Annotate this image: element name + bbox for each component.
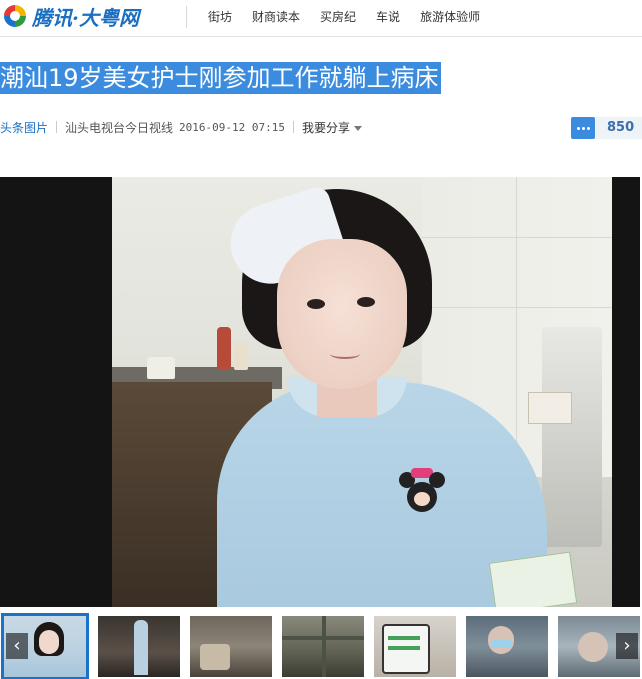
photo-tile-line — [422, 307, 612, 308]
photo-machine-tag — [528, 392, 572, 424]
prev-arrow-icon[interactable]: ‹ — [6, 633, 28, 659]
thumbnail-strip: ‹ › — [0, 613, 642, 679]
article-meta: 头条图片 汕头电视台今日视线 2016-09-12 07:15 我要分享 — [0, 118, 363, 136]
comment-button[interactable]: 850 — [571, 117, 642, 139]
photo-tile-line — [422, 237, 612, 238]
photo-face — [277, 239, 407, 389]
photo-bottle — [234, 342, 248, 370]
nav-item-caishang[interactable]: 财商读本 — [252, 8, 300, 25]
thumbnail-6[interactable] — [466, 616, 548, 677]
nav-item-maifang[interactable]: 买房纪 — [320, 8, 356, 25]
photo-eye — [307, 299, 325, 309]
nav-item-jiefang[interactable]: 街坊 — [208, 8, 232, 25]
photo-mouth — [330, 349, 360, 359]
top-navbar: 腾讯·大粤网 街坊 财商读本 买房纪 车说 旅游体验师 — [0, 0, 642, 37]
channel-nav: 街坊 财商读本 买房纪 车说 旅游体验师 — [208, 8, 500, 25]
site-logo[interactable]: 腾讯·大粤网 — [4, 2, 139, 30]
meta-divider — [293, 121, 294, 133]
nav-item-cheshuo[interactable]: 车说 — [376, 8, 400, 25]
photo-eye — [357, 297, 375, 307]
photo-frame-left — [0, 177, 112, 607]
thumbnail-2[interactable] — [98, 616, 180, 677]
share-label: 我要分享 — [302, 120, 351, 135]
comment-icon — [571, 117, 595, 139]
site-logo-text: 腾讯·大粤网 — [32, 5, 139, 30]
photo-frame-right — [612, 177, 640, 607]
category-link[interactable]: 头条图片 — [0, 119, 48, 136]
mickey-pin-icon — [399, 468, 445, 512]
thumbnail-4[interactable] — [282, 616, 364, 677]
tencent-logo-icon — [4, 5, 26, 27]
photo-cup — [147, 357, 175, 379]
thumbnail-5[interactable] — [374, 616, 456, 677]
article-title: 潮汕19岁美女护士刚参加工作就躺上病床 — [0, 62, 441, 94]
caret-down-icon — [354, 125, 363, 131]
main-photo[interactable] — [0, 177, 640, 607]
share-button[interactable]: 我要分享 — [302, 119, 363, 136]
next-arrow-icon[interactable]: › — [616, 633, 638, 659]
photo-bottle — [217, 327, 231, 369]
thumbnail-3[interactable] — [190, 616, 272, 677]
photo-machine — [542, 327, 602, 547]
nav-divider — [186, 6, 187, 28]
nav-item-lvyou[interactable]: 旅游体验师 — [420, 8, 480, 25]
comment-count: 850 — [595, 117, 642, 139]
photo-scene — [112, 177, 612, 607]
meta-divider — [56, 121, 58, 133]
publish-time: 2016-09-12 07:15 — [179, 120, 285, 134]
article-source: 汕头电视台今日视线 — [65, 120, 174, 135]
photo-tile-line — [516, 177, 517, 477]
